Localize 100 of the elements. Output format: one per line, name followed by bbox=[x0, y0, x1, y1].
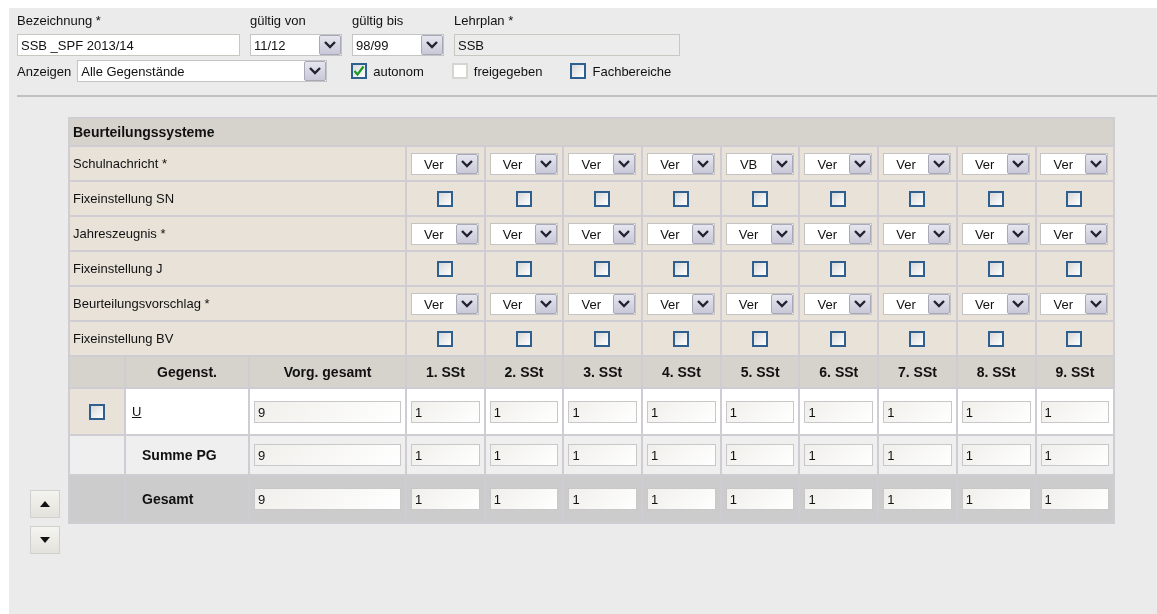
checkbox[interactable] bbox=[1066, 260, 1083, 277]
checkbox[interactable] bbox=[751, 260, 768, 277]
hours-field[interactable]: 1 bbox=[489, 488, 559, 510]
checkbox[interactable] bbox=[594, 330, 611, 347]
grading-dropdown[interactable]: Ver bbox=[804, 292, 873, 315]
checkbox[interactable] bbox=[987, 190, 1004, 207]
hours-field[interactable]: 1 bbox=[1040, 444, 1110, 466]
hours-field[interactable]: 1 bbox=[961, 400, 1031, 423]
text-field[interactable]: SSB _SPF 2013/14 bbox=[17, 34, 240, 56]
hours-field[interactable]: 1 bbox=[411, 400, 480, 423]
subject-link[interactable]: U bbox=[130, 404, 142, 419]
checkbox[interactable] bbox=[908, 260, 925, 277]
grading-dropdown[interactable]: Ver bbox=[961, 152, 1030, 175]
checkbox[interactable] bbox=[436, 330, 453, 347]
grading-dropdown[interactable]: Ver bbox=[725, 222, 794, 245]
hours-field[interactable]: 9 bbox=[254, 444, 401, 466]
chevron-down-icon bbox=[696, 158, 709, 169]
checkbox[interactable] bbox=[672, 330, 689, 347]
checkbox[interactable] bbox=[672, 260, 689, 277]
grading-dropdown[interactable]: Ver bbox=[568, 292, 637, 315]
checkbox[interactable] bbox=[515, 330, 532, 347]
filter-dropdown[interactable]: Alle Gegenstände bbox=[77, 60, 328, 82]
checkbox[interactable] bbox=[830, 330, 847, 347]
grading-dropdown[interactable]: Ver bbox=[725, 292, 794, 315]
hours-field[interactable]: 1 bbox=[725, 400, 795, 423]
grading-dropdown[interactable]: Ver bbox=[646, 152, 715, 175]
checkbox[interactable] bbox=[987, 330, 1004, 347]
hours-field[interactable]: 1 bbox=[804, 488, 874, 510]
checkbox[interactable] bbox=[830, 190, 847, 207]
hours-field[interactable]: 1 bbox=[883, 488, 952, 510]
checkbox[interactable] bbox=[751, 330, 768, 347]
hours-field[interactable]: 1 bbox=[883, 400, 952, 423]
chevron-down-icon bbox=[618, 158, 631, 169]
hours-field[interactable]: 1 bbox=[568, 488, 638, 510]
checkbox[interactable] bbox=[351, 63, 368, 79]
hours-field[interactable]: 1 bbox=[804, 400, 874, 423]
checkbox[interactable] bbox=[987, 260, 1004, 277]
grading-dropdown[interactable]: Ver bbox=[489, 222, 558, 245]
checkbox[interactable] bbox=[594, 260, 611, 277]
hours-field[interactable]: 1 bbox=[568, 400, 638, 423]
chevron-down-icon bbox=[854, 158, 867, 169]
grading-dropdown[interactable]: Ver bbox=[489, 152, 558, 175]
hours-field[interactable]: 1 bbox=[1040, 400, 1110, 423]
grading-dropdown[interactable]: Ver bbox=[882, 152, 951, 175]
grading-dropdown[interactable]: Ver bbox=[1040, 292, 1109, 315]
grading-dropdown[interactable]: Ver bbox=[568, 152, 637, 175]
hours-field[interactable]: 1 bbox=[804, 444, 874, 466]
checkbox[interactable] bbox=[908, 190, 925, 207]
move-down-button[interactable] bbox=[30, 526, 60, 554]
hours-field[interactable]: 1 bbox=[647, 444, 716, 466]
hours-field[interactable]: 1 bbox=[725, 488, 795, 510]
grading-dropdown[interactable]: Ver bbox=[410, 292, 479, 315]
hours-field[interactable]: 1 bbox=[489, 444, 559, 466]
hours-field[interactable]: 1 bbox=[725, 444, 795, 466]
grading-dropdown[interactable]: Ver bbox=[961, 292, 1030, 315]
hours-field[interactable]: 1 bbox=[1040, 488, 1110, 510]
hours-field[interactable]: 1 bbox=[568, 444, 638, 466]
row-label: Fixeinstellung BV bbox=[73, 331, 174, 346]
hours-field[interactable]: 1 bbox=[411, 488, 480, 510]
grading-dropdown[interactable]: Ver bbox=[568, 222, 637, 245]
checkbox[interactable] bbox=[570, 63, 587, 79]
grading-dropdown[interactable]: Ver bbox=[882, 292, 951, 315]
grading-dropdown[interactable]: Ver bbox=[410, 152, 479, 175]
hours-field[interactable]: 1 bbox=[489, 400, 559, 423]
hours-field[interactable]: 1 bbox=[961, 488, 1031, 510]
grading-dropdown[interactable]: Ver bbox=[1040, 222, 1109, 245]
checkbox[interactable] bbox=[672, 190, 689, 207]
hours-field[interactable]: 1 bbox=[411, 444, 480, 466]
hours-field[interactable]: 1 bbox=[647, 488, 716, 510]
checkbox[interactable] bbox=[908, 330, 925, 347]
checkbox[interactable] bbox=[515, 260, 532, 277]
hours-field[interactable]: 1 bbox=[883, 444, 952, 466]
checkbox[interactable] bbox=[594, 190, 611, 207]
grading-dropdown[interactable]: Ver bbox=[646, 222, 715, 245]
grading-dropdown[interactable]: Ver bbox=[489, 292, 558, 315]
row-label: Fixeinstellung SN bbox=[73, 191, 175, 206]
grading-dropdown[interactable]: Ver bbox=[1040, 152, 1109, 175]
checkbox[interactable] bbox=[830, 260, 847, 277]
checkbox[interactable] bbox=[751, 190, 768, 207]
chevron-down-icon bbox=[309, 66, 322, 76]
grading-dropdown[interactable]: Ver bbox=[804, 152, 873, 175]
checkbox[interactable] bbox=[1066, 190, 1083, 207]
hours-field[interactable]: 9 bbox=[254, 400, 401, 423]
checkbox[interactable] bbox=[515, 190, 532, 207]
checkbox[interactable] bbox=[436, 260, 453, 277]
grading-dropdown[interactable]: Ver bbox=[410, 222, 479, 245]
grading-dropdown[interactable]: VB bbox=[725, 152, 794, 175]
year-dropdown[interactable]: 11/12 bbox=[250, 34, 342, 56]
checkbox[interactable] bbox=[89, 403, 105, 420]
year-dropdown[interactable]: 98/99 bbox=[352, 34, 444, 56]
grading-dropdown[interactable]: Ver bbox=[882, 222, 951, 245]
move-up-button[interactable] bbox=[30, 490, 60, 518]
grading-dropdown[interactable]: Ver bbox=[646, 292, 715, 315]
checkbox[interactable] bbox=[436, 190, 453, 207]
hours-field[interactable]: 1 bbox=[647, 400, 716, 423]
checkbox[interactable] bbox=[1066, 330, 1083, 347]
hours-field[interactable]: 9 bbox=[254, 488, 401, 510]
hours-field[interactable]: 1 bbox=[961, 444, 1031, 466]
grading-dropdown[interactable]: Ver bbox=[804, 222, 873, 245]
grading-dropdown[interactable]: Ver bbox=[961, 222, 1030, 245]
